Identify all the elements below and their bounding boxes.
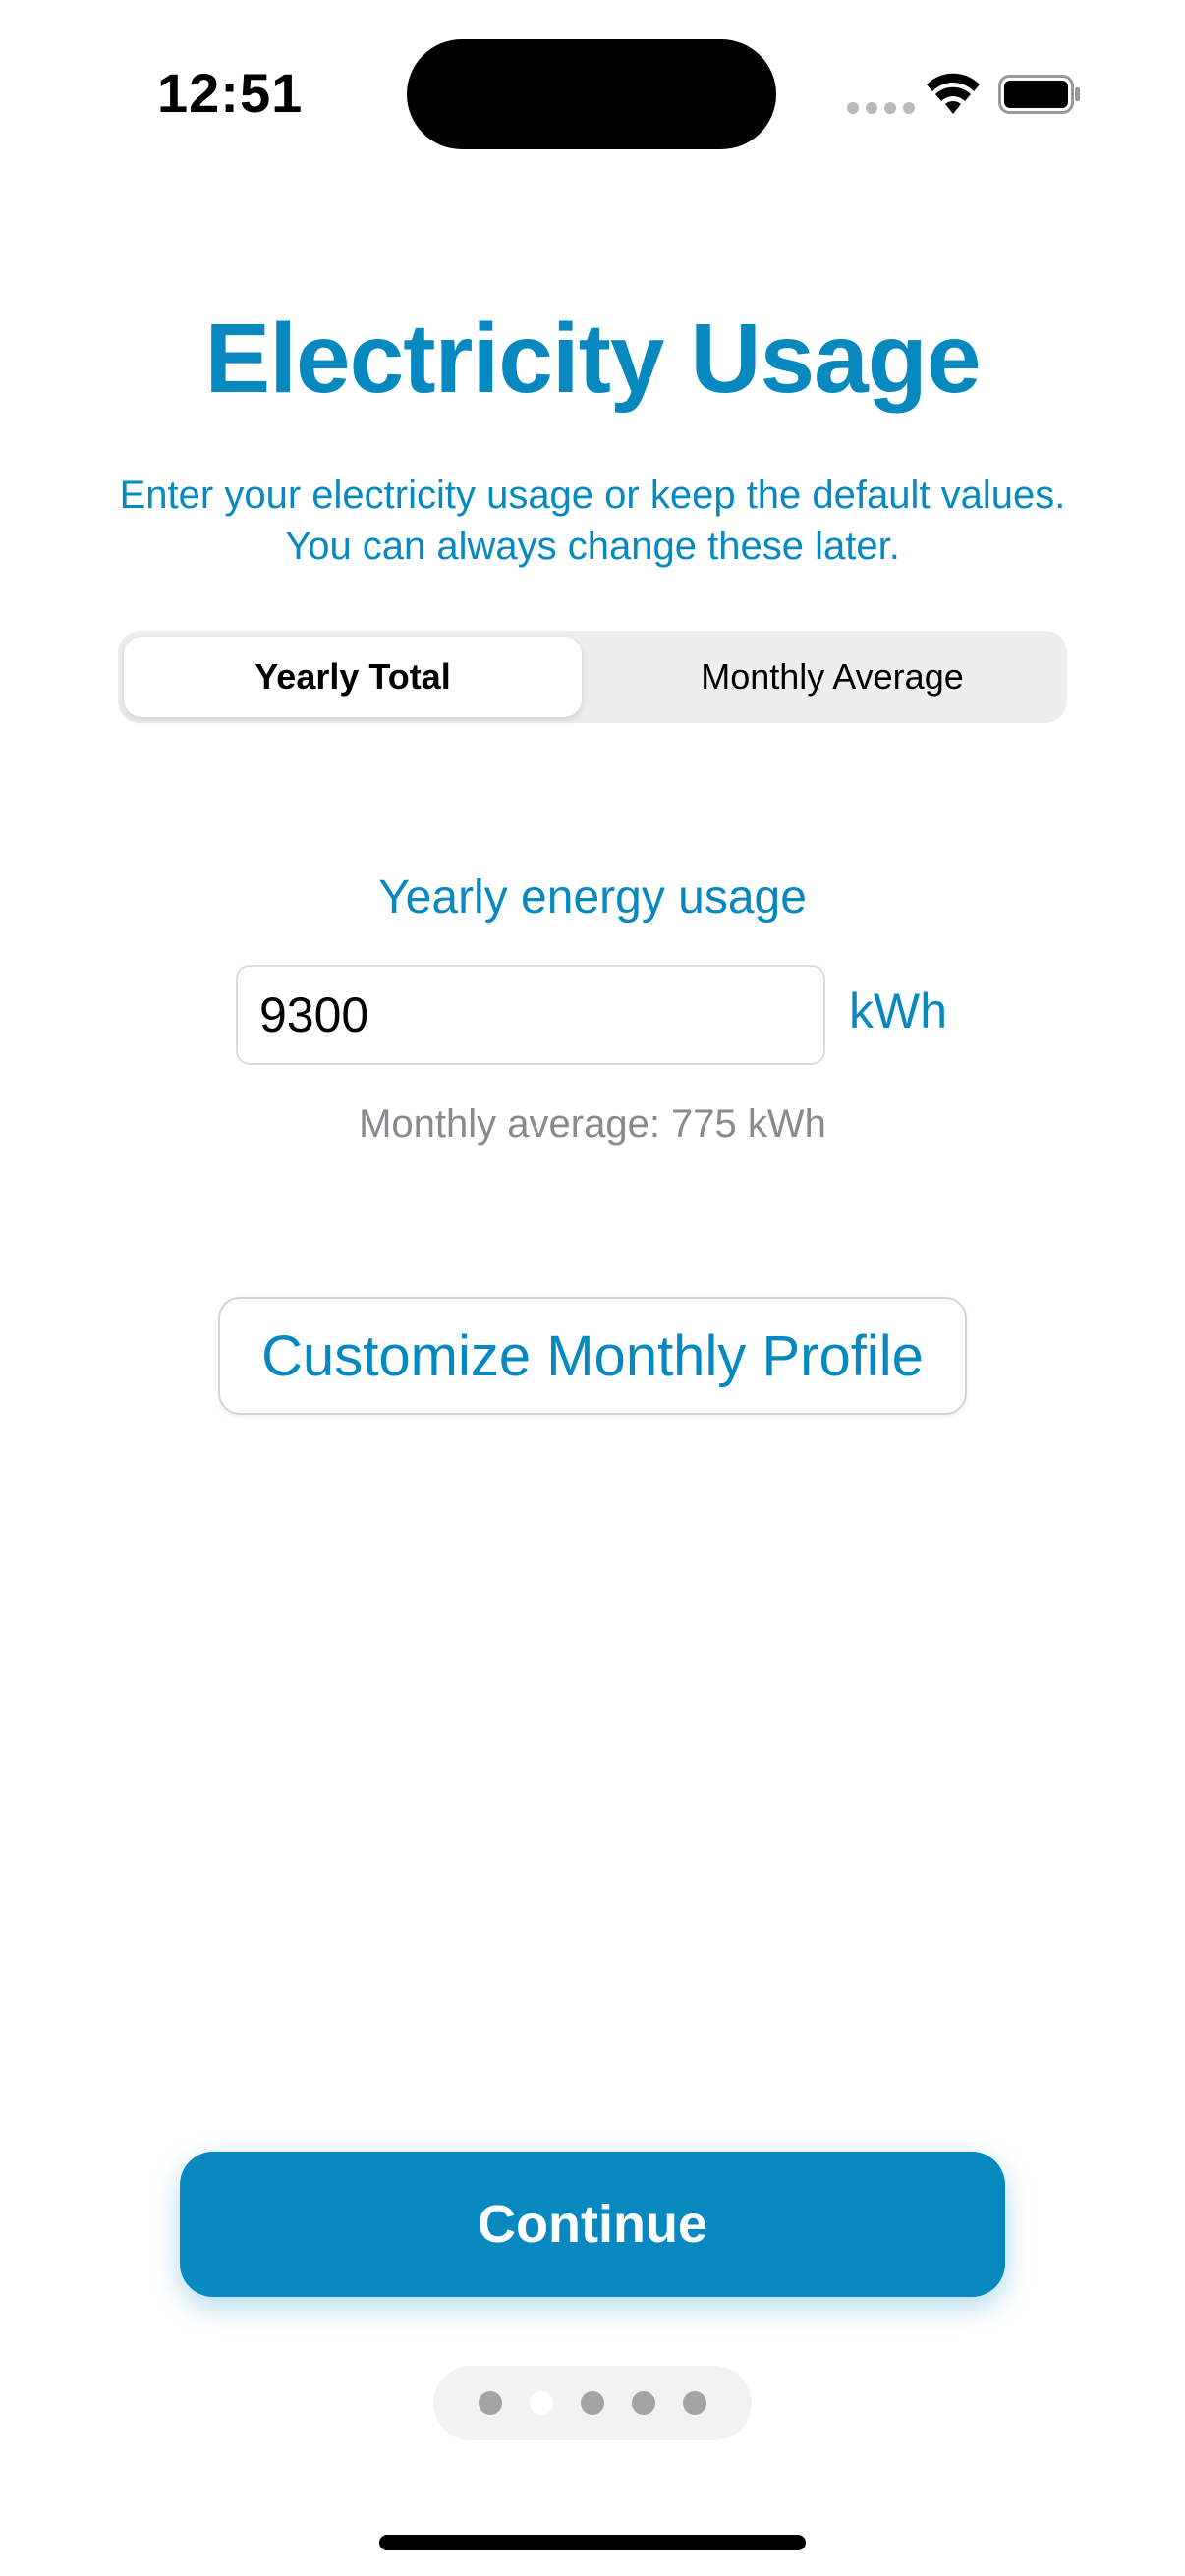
yearly-usage-input[interactable] [236, 965, 825, 1065]
home-indicator[interactable] [379, 2535, 806, 2550]
cellular-signal-icon [847, 102, 915, 114]
monthly-average-text: Monthly average: 775 kWh [359, 1102, 826, 1146]
page-dot[interactable] [479, 2391, 502, 2415]
battery-icon [998, 75, 1080, 114]
wifi-icon [927, 73, 980, 114]
screen: 12:51 Electricity Usage Enter your elect… [0, 0, 1185, 2576]
customize-monthly-profile-button[interactable]: Customize Monthly Profile [218, 1297, 967, 1415]
segment-yearly-total[interactable]: Yearly Total [124, 637, 582, 717]
page-dot[interactable] [581, 2391, 604, 2415]
continue-button[interactable]: Continue [180, 2152, 1005, 2297]
usage-mode-segmented-control: Yearly Total Monthly Average [118, 631, 1067, 723]
page-dot[interactable] [683, 2391, 706, 2415]
page-indicator[interactable] [433, 2366, 752, 2440]
page-dot-current[interactable] [530, 2391, 553, 2415]
page-title: Electricity Usage [204, 304, 982, 414]
page-dot[interactable] [632, 2391, 655, 2415]
status-time: 12:51 [157, 62, 304, 124]
yearly-usage-label: Yearly energy usage [378, 871, 807, 924]
page-subtitle: Enter your electricity usage or keep the… [119, 474, 1066, 568]
unit-label: kWh [849, 983, 947, 1038]
segment-monthly-average[interactable]: Monthly Average [603, 637, 1061, 717]
dynamic-island [407, 39, 776, 149]
